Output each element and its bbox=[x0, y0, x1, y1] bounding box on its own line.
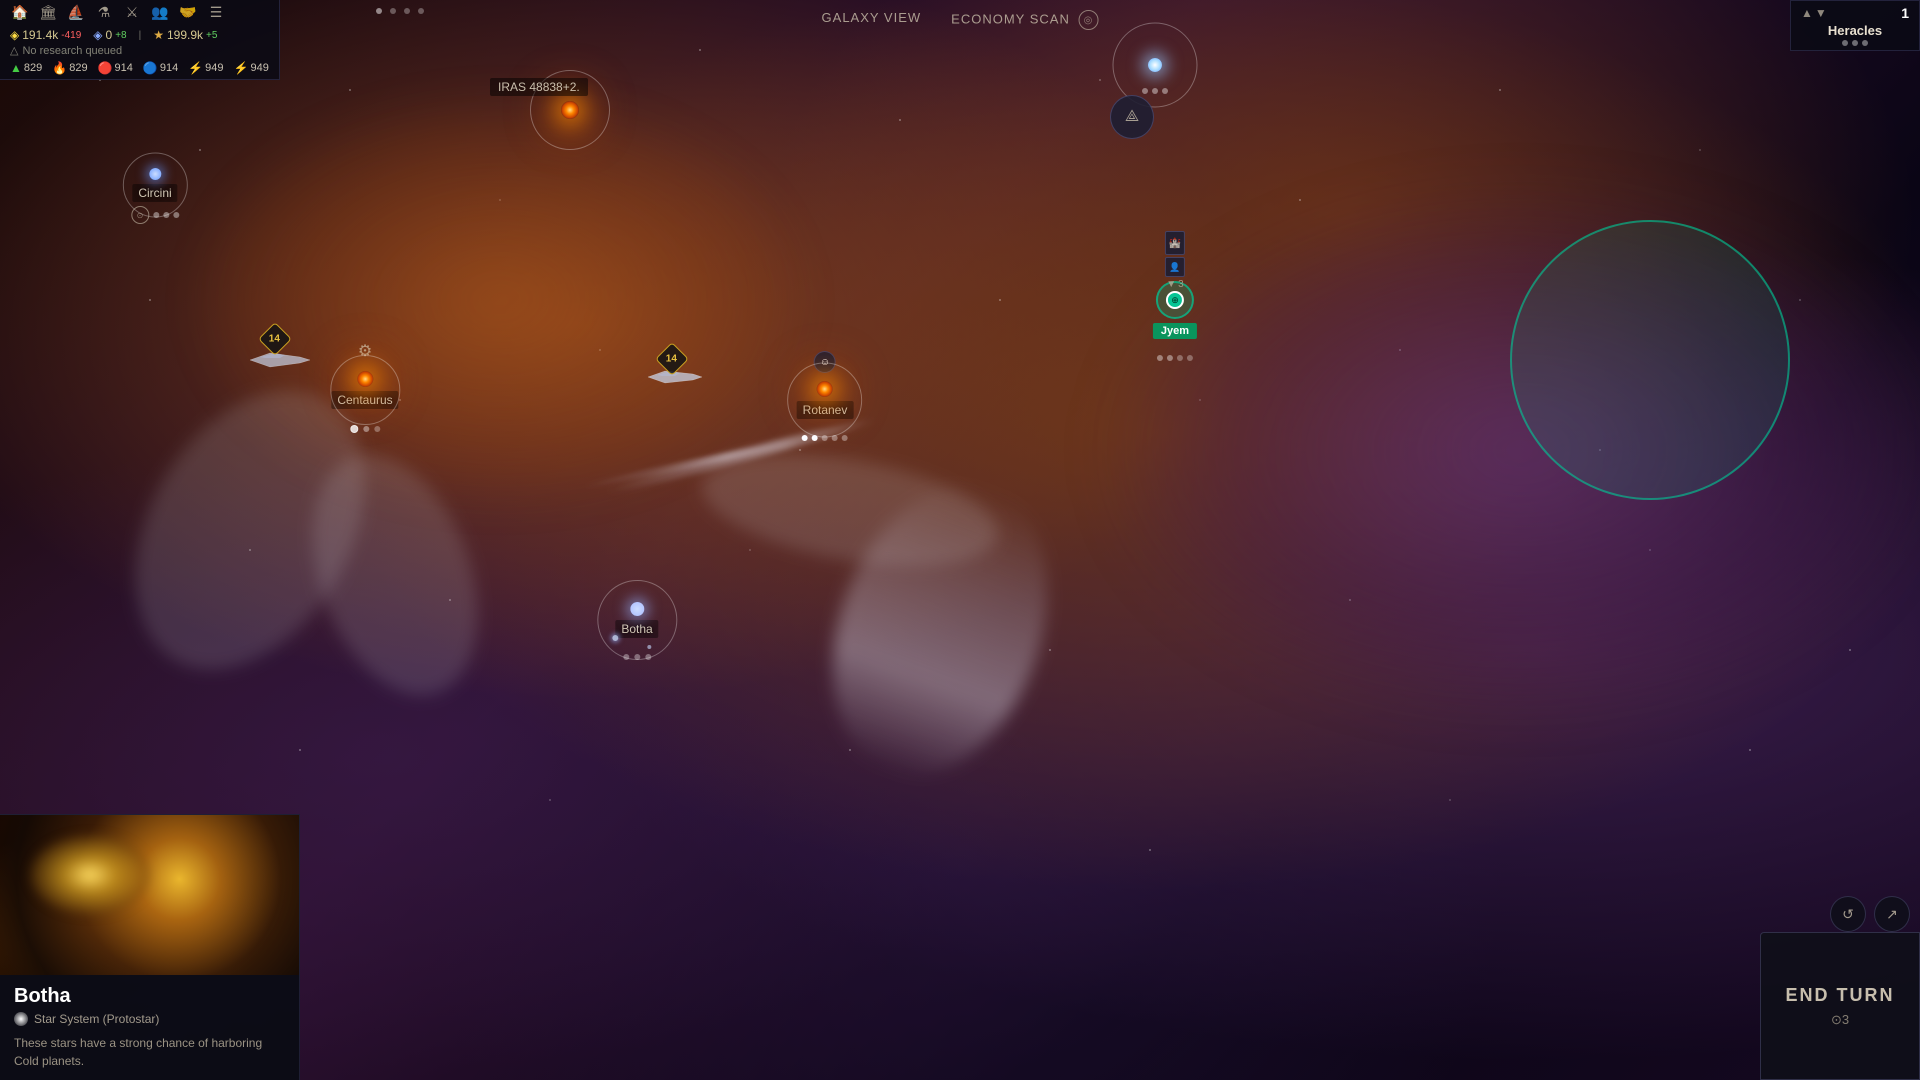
iras-orbit-dots bbox=[376, 8, 424, 14]
jyem-territory bbox=[1510, 220, 1790, 500]
stats-row: ▲ 829 🔥 829 🔴 914 🔵 914 ⚡ 949 ⚡ 949 bbox=[10, 61, 269, 75]
resource-influence: ★ 199.9k +5 bbox=[153, 28, 217, 42]
ind-value: 914 bbox=[115, 62, 133, 74]
divider-1: | bbox=[139, 30, 142, 41]
resource-bar[interactable]: 🏠 🏛 ⛵ ⚗ ⚔ 👥 🤝 ☰ ◈ 191.4k -419 ◈ 0 +8 | ★ bbox=[0, 0, 280, 80]
sci2-icon: 🔵 bbox=[143, 61, 158, 75]
science-icon: ◈ bbox=[93, 28, 102, 42]
stat-food: ▲ 829 bbox=[10, 61, 42, 75]
selected-system-panel[interactable]: Botha Star System (Protostar) These star… bbox=[0, 814, 300, 1080]
prod-value: 829 bbox=[69, 62, 87, 74]
stat-man: ⚡ 949 bbox=[188, 61, 223, 75]
circini-dots: ⊙ bbox=[131, 206, 179, 224]
bottom-right-icons: ↺ ↗ bbox=[1830, 896, 1910, 932]
nav-pop-icon[interactable]: 👥 bbox=[150, 4, 170, 24]
resources-row: ◈ 191.4k -419 ◈ 0 +8 | ★ 199.9k +5 bbox=[10, 28, 269, 42]
dust-icon: ◈ bbox=[10, 28, 19, 42]
resource-dust: ◈ 191.4k -419 bbox=[10, 28, 81, 42]
system-image bbox=[0, 815, 299, 975]
nav-more-icon[interactable]: ☰ bbox=[206, 4, 226, 24]
panel-body: Botha Star System (Protostar) These star… bbox=[0, 975, 299, 1080]
star-system-circini[interactable]: Circini ⊙ bbox=[132, 168, 177, 202]
stat-app: ⚡ 949 bbox=[234, 61, 269, 75]
resource-science: ◈ 0 +8 bbox=[93, 28, 126, 42]
sci2-value: 914 bbox=[160, 62, 178, 74]
scan-circle-icon: ◎ bbox=[1078, 10, 1098, 30]
end-turn-text: END TURN bbox=[1786, 984, 1895, 1007]
star-system-botha[interactable]: Botha bbox=[615, 602, 658, 638]
heracles-dots bbox=[1142, 88, 1168, 94]
star-system-jyem[interactable]: 🏰 👤 ▼3 ⊕ Jyem bbox=[1153, 281, 1197, 339]
research-icon: △ bbox=[10, 44, 18, 57]
botha-dots bbox=[623, 654, 651, 660]
nav-buildings-icon[interactable]: 🏛 bbox=[38, 4, 58, 24]
system-name: Botha bbox=[14, 985, 285, 1008]
star-system-rotanev[interactable]: ☺ Rotanev bbox=[797, 381, 854, 419]
centaurus-dots bbox=[350, 425, 380, 433]
ind-icon: 🔴 bbox=[98, 61, 113, 75]
stat-ind: 🔴 914 bbox=[98, 61, 133, 75]
top-center-buttons: GALAXY VIEW ECONOMY SCAN ◎ bbox=[822, 10, 1099, 30]
star-type-icon bbox=[14, 1012, 28, 1026]
research-status: No research queued bbox=[22, 45, 122, 57]
nav-home-icon[interactable]: 🏠 bbox=[10, 4, 30, 24]
system-type: Star System (Protostar) bbox=[14, 1012, 285, 1026]
prod-icon: 🔥 bbox=[52, 61, 67, 75]
fleet-1[interactable]: 14 bbox=[245, 345, 315, 380]
food-icon: ▲ bbox=[10, 61, 22, 75]
economy-scan-btn[interactable]: ECONOMY SCAN ◎ bbox=[951, 10, 1098, 30]
star-system-centaurus[interactable]: ⚙ Centaurus bbox=[331, 371, 398, 409]
navigate-icon[interactable]: ↗ bbox=[1874, 896, 1910, 932]
jyem-icons: 🏰 👤 ▼3 bbox=[1165, 231, 1185, 290]
comet-trail-2 bbox=[582, 437, 799, 491]
research-row: △ No research queued bbox=[10, 42, 269, 59]
man-value: 949 bbox=[205, 62, 223, 74]
botha-inner-star bbox=[612, 635, 618, 641]
star-system-heracles[interactable] bbox=[1148, 58, 1162, 72]
nav-diplo-icon[interactable]: 🤝 bbox=[178, 4, 198, 24]
influence-delta: +5 bbox=[206, 30, 217, 41]
comet-trail-3 bbox=[795, 455, 1086, 805]
influence-value: 199.9k bbox=[167, 28, 203, 42]
app-value: 949 bbox=[250, 62, 268, 74]
heracles-action-icon[interactable]: ⟁ bbox=[1110, 95, 1154, 139]
galaxy-view-btn[interactable]: GALAXY VIEW bbox=[822, 10, 922, 30]
nav-weapons-icon[interactable]: ⚔ bbox=[122, 4, 142, 24]
dust-value: 191.4k bbox=[22, 28, 58, 42]
dust-delta: -419 bbox=[61, 30, 81, 41]
stat-sci: 🔵 914 bbox=[143, 61, 178, 75]
man-icon: ⚡ bbox=[188, 61, 203, 75]
minimap-zoom-icon[interactable]: ↺ bbox=[1830, 896, 1866, 932]
influence-icon: ★ bbox=[153, 28, 164, 42]
end-turn-button[interactable]: END TURN ⊙3 bbox=[1760, 932, 1920, 1080]
star-system-iras[interactable] bbox=[561, 101, 579, 119]
jyem-dots bbox=[1157, 355, 1193, 361]
jyem-label: Jyem bbox=[1153, 323, 1197, 339]
system-description: These stars have a strong chance of harb… bbox=[14, 1034, 285, 1070]
food-value: 829 bbox=[24, 62, 42, 74]
end-turn-counter: ⊙3 bbox=[1831, 1012, 1849, 1028]
science-value: 0 bbox=[106, 28, 113, 42]
iras-label: IRAS 48838+2. bbox=[490, 78, 588, 96]
nav-research-icon[interactable]: ⚗ bbox=[94, 4, 114, 24]
nav-icons-row: 🏠 🏛 ⛵ ⚗ ⚔ 👥 🤝 ☰ bbox=[10, 4, 269, 24]
app-icon: ⚡ bbox=[234, 61, 249, 75]
fleet-2[interactable]: 14 bbox=[645, 365, 705, 394]
nav-ships-icon[interactable]: ⛵ bbox=[66, 4, 86, 24]
botha-inner-star2 bbox=[647, 645, 651, 649]
stat-prod: 🔥 829 bbox=[52, 61, 87, 75]
science-delta: +8 bbox=[115, 30, 126, 41]
